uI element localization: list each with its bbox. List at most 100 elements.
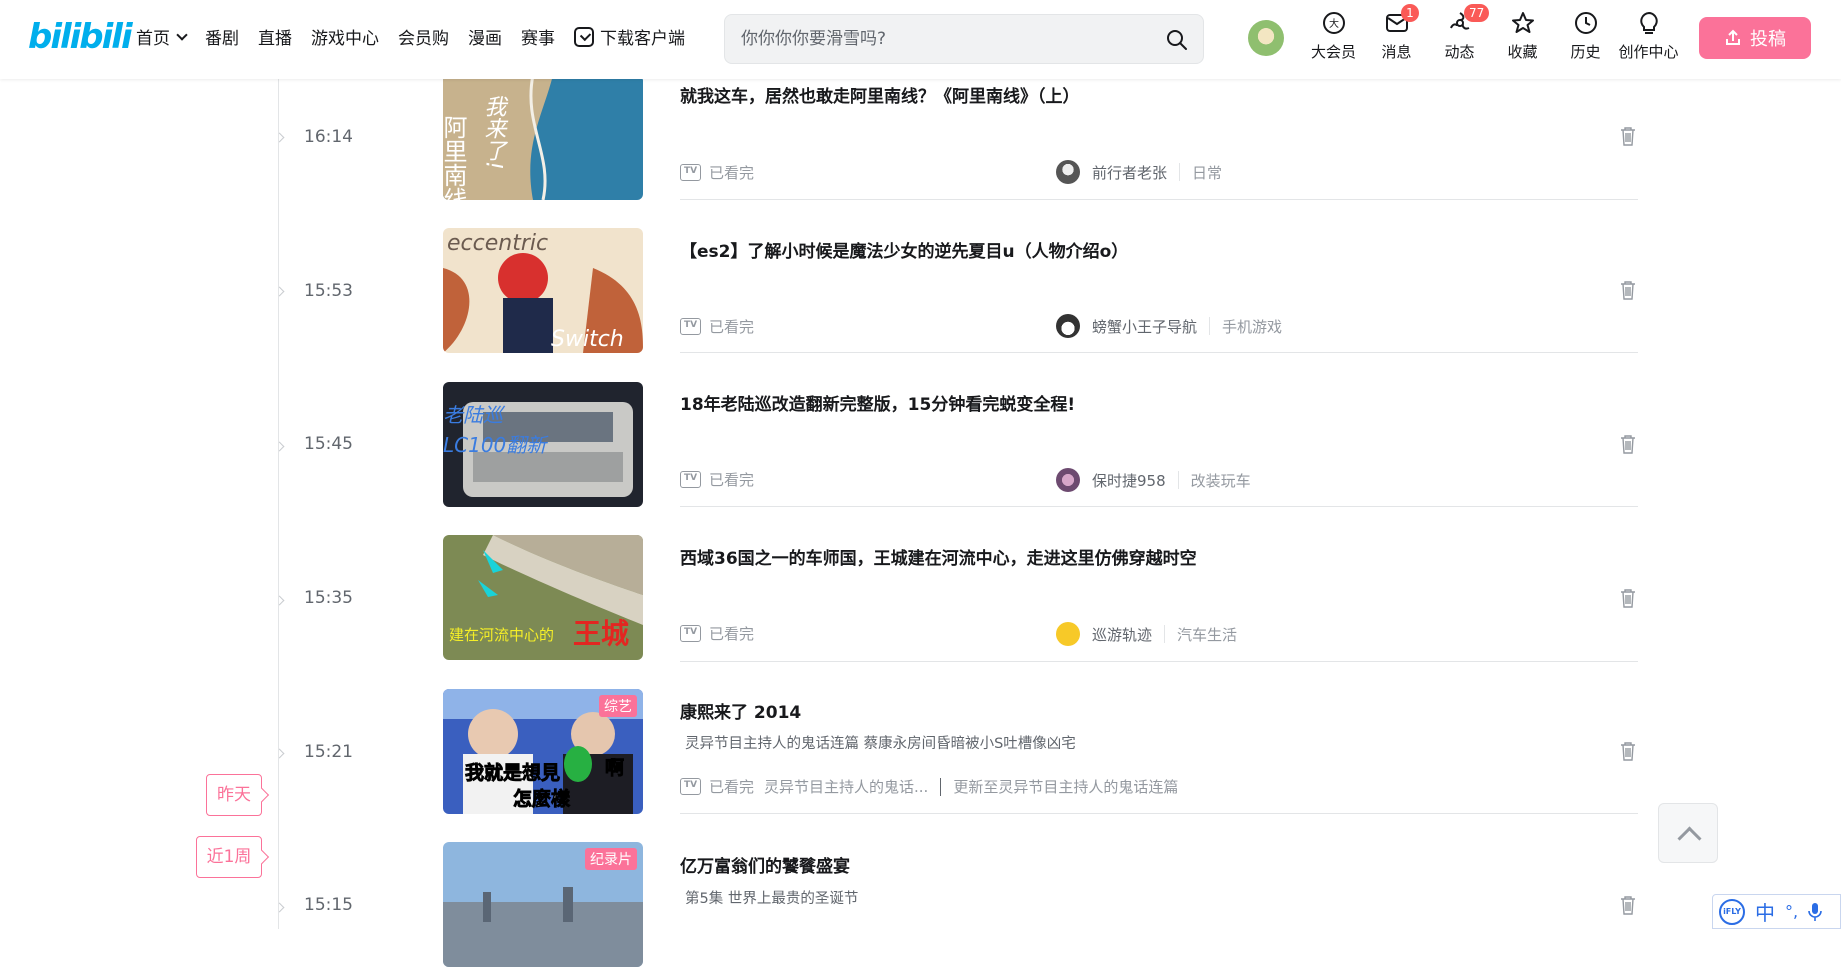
uploader-name: 螃蟹小王子导航: [1092, 317, 1198, 336]
nav-live[interactable]: 直播: [258, 24, 292, 49]
nav-esports[interactable]: 赛事: [521, 24, 555, 49]
timeline-tick: [274, 595, 285, 606]
video-thumbnail[interactable]: eccentric Switch: [443, 228, 643, 353]
divider: [1164, 625, 1166, 643]
microphone-icon[interactable]: [1808, 902, 1822, 922]
trash-icon[interactable]: [1619, 895, 1637, 915]
history-item[interactable]: 15:35 建在河流中心的 王城 西域36国之一的车师国，王城建在河流中心，走进…: [0, 506, 1841, 662]
timeline-tick: [274, 748, 285, 759]
menu-favorites[interactable]: 收藏: [1491, 10, 1554, 62]
clock-icon: [1574, 12, 1597, 34]
trash-icon[interactable]: [1619, 434, 1637, 454]
watch-status: TV 已看完: [680, 623, 754, 644]
watch-time: 15:35: [304, 588, 353, 608]
tv-icon: TV: [680, 471, 701, 488]
upload-icon: [1726, 29, 1740, 45]
thumb-text: 怎麼樣: [513, 787, 571, 810]
video-thumbnail[interactable]: 纪录片: [443, 842, 643, 967]
user-avatar[interactable]: [1248, 20, 1284, 56]
upload-button[interactable]: 投稿: [1699, 17, 1811, 59]
nav-home[interactable]: 首页: [136, 24, 188, 49]
search-input[interactable]: [741, 27, 1141, 51]
uploader[interactable]: 前行者老张 日常: [1056, 160, 1222, 184]
ime-punct-icon[interactable]: °,: [1785, 902, 1798, 921]
bilibili-logo[interactable]: bilibili: [28, 17, 133, 57]
nav-manga[interactable]: 漫画: [468, 24, 502, 49]
video-title[interactable]: 就我这车，居然也敢走阿里南线？《阿里南线》（上）: [680, 82, 1080, 107]
history-item[interactable]: 15:15 纪录片 亿万富翁们的饕餮盛宴 第5集 世界上最贵的圣诞节: [0, 814, 1841, 968]
video-category: 汽车生活: [1177, 625, 1238, 644]
thumb-text: eccentric: [447, 231, 548, 256]
upload-label: 投稿: [1750, 29, 1786, 50]
header-right-menu: 大 大会员 1 消息 77 动态 收藏 历史 创作中心: [1302, 4, 1680, 62]
nav-download-client[interactable]: 下载客户端: [574, 24, 685, 49]
thumb-text: 我就是想見: [465, 761, 560, 784]
uploader-name: 巡游轨迹: [1092, 625, 1153, 644]
trash-icon[interactable]: [1619, 280, 1637, 300]
tv-icon: TV: [680, 318, 701, 335]
trash-icon[interactable]: [1619, 741, 1637, 761]
filter-last-week[interactable]: 近1周: [196, 836, 262, 878]
watch-time: 16:14: [304, 127, 353, 147]
nav-shop[interactable]: 会员购: [398, 24, 449, 49]
menu-message[interactable]: 1 消息: [1365, 4, 1428, 62]
thumb-text: 啊: [605, 757, 624, 779]
thumb-text: 王城: [573, 617, 629, 650]
uploader-name: 前行者老张: [1092, 163, 1168, 182]
category-tag: 纪录片: [585, 848, 637, 870]
timeline-tick: [274, 441, 285, 452]
video-title[interactable]: 亿万富翁们的饕餮盛宴: [680, 852, 850, 877]
video-thumbnail[interactable]: 我就是想見 啊 怎麼樣 综艺: [443, 689, 643, 814]
divider: [1177, 471, 1179, 489]
back-to-top-button[interactable]: [1658, 803, 1718, 863]
video-thumbnail[interactable]: 阿里南线 我来了!: [443, 75, 643, 200]
ifly-logo-icon: iFLY: [1719, 898, 1745, 925]
trash-icon[interactable]: [1619, 588, 1637, 608]
star-icon: [1511, 12, 1534, 33]
uploader-avatar: [1056, 468, 1080, 492]
history-item[interactable]: 15:53 eccentric Switch 【es2】了解小时候是魔法少女的逆…: [0, 198, 1841, 353]
video-title[interactable]: 西域36国之一的车师国，王城建在河流中心，走进这里仿佛穿越时空: [680, 544, 1197, 569]
video-title[interactable]: 18年老陆巡改造翻新完整版，15分钟看完蜕变全程!: [680, 390, 1075, 415]
series-name[interactable]: 灵异节目主持人的鬼话...: [764, 776, 928, 797]
nav-anime[interactable]: 番剧: [205, 24, 239, 49]
watch-time: 15:21: [304, 742, 353, 762]
thumb-text: LC100翻新: [443, 433, 549, 457]
watch-status: TV 已看完: [680, 469, 754, 490]
nav-game-center[interactable]: 游戏中心: [311, 24, 379, 49]
video-thumbnail[interactable]: 老陆巡 LC100翻新: [443, 382, 643, 507]
main-nav: 首页 番剧 直播 游戏中心 会员购 漫画 赛事 下载客户端: [136, 24, 704, 49]
history-item[interactable]: 15:45 老陆巡 LC100翻新 18年老陆巡改造翻新完整版，15分钟看完蜕变…: [0, 352, 1841, 507]
menu-vip[interactable]: 大 大会员: [1302, 10, 1365, 62]
status-text: 已看完: [709, 625, 755, 643]
menu-dynamic-label: 动态: [1444, 43, 1475, 61]
tv-icon: TV: [680, 164, 701, 181]
menu-dynamic[interactable]: 77 动态: [1428, 4, 1491, 62]
divider: [1209, 317, 1211, 335]
watch-time: 15:45: [304, 434, 353, 454]
menu-history[interactable]: 历史: [1554, 10, 1617, 62]
history-item[interactable]: 15:21 我就是想見 啊 怎麼樣 综艺 康熙来了 2014 灵异节目主持人的鬼…: [0, 660, 1841, 814]
filter-yesterday[interactable]: 昨天: [206, 774, 262, 816]
video-thumbnail[interactable]: 建在河流中心的 王城: [443, 535, 643, 660]
nav-download-label: 下载客户端: [600, 29, 685, 49]
uploader[interactable]: 螃蟹小王子导航 手机游戏: [1056, 314, 1282, 338]
chevron-down-icon: [176, 28, 188, 41]
uploader-avatar: [1056, 622, 1080, 646]
ime-language[interactable]: 中: [1755, 897, 1775, 926]
menu-creator-center[interactable]: 创作中心: [1617, 10, 1680, 62]
video-description: 第5集 世界上最贵的圣诞节: [685, 891, 859, 907]
video-category: 改装玩车: [1190, 471, 1251, 490]
trash-icon[interactable]: [1619, 126, 1637, 146]
uploader[interactable]: 巡游轨迹 汽车生活: [1056, 622, 1237, 646]
menu-creator-label: 创作中心: [1618, 43, 1679, 61]
video-title[interactable]: 康熙来了 2014: [680, 698, 801, 723]
ime-toolbar[interactable]: iFLY 中 °,: [1712, 894, 1841, 929]
thumb-text: 老陆巡: [443, 403, 506, 427]
video-description: 灵异节目主持人的鬼话连篇 蔡康永房间昏暗被小S吐槽像凶宅: [685, 736, 1076, 752]
divider: [1179, 163, 1181, 181]
watch-status: TV 已看完 灵异节目主持人的鬼话... 更新至灵异节目主持人的鬼话连篇: [680, 776, 1178, 797]
uploader[interactable]: 保时捷958 改装玩车: [1056, 468, 1251, 492]
search-icon[interactable]: [1165, 28, 1189, 52]
video-title[interactable]: 【es2】了解小时候是魔法少女的逆先夏目u（人物介绍o）: [680, 237, 1128, 262]
